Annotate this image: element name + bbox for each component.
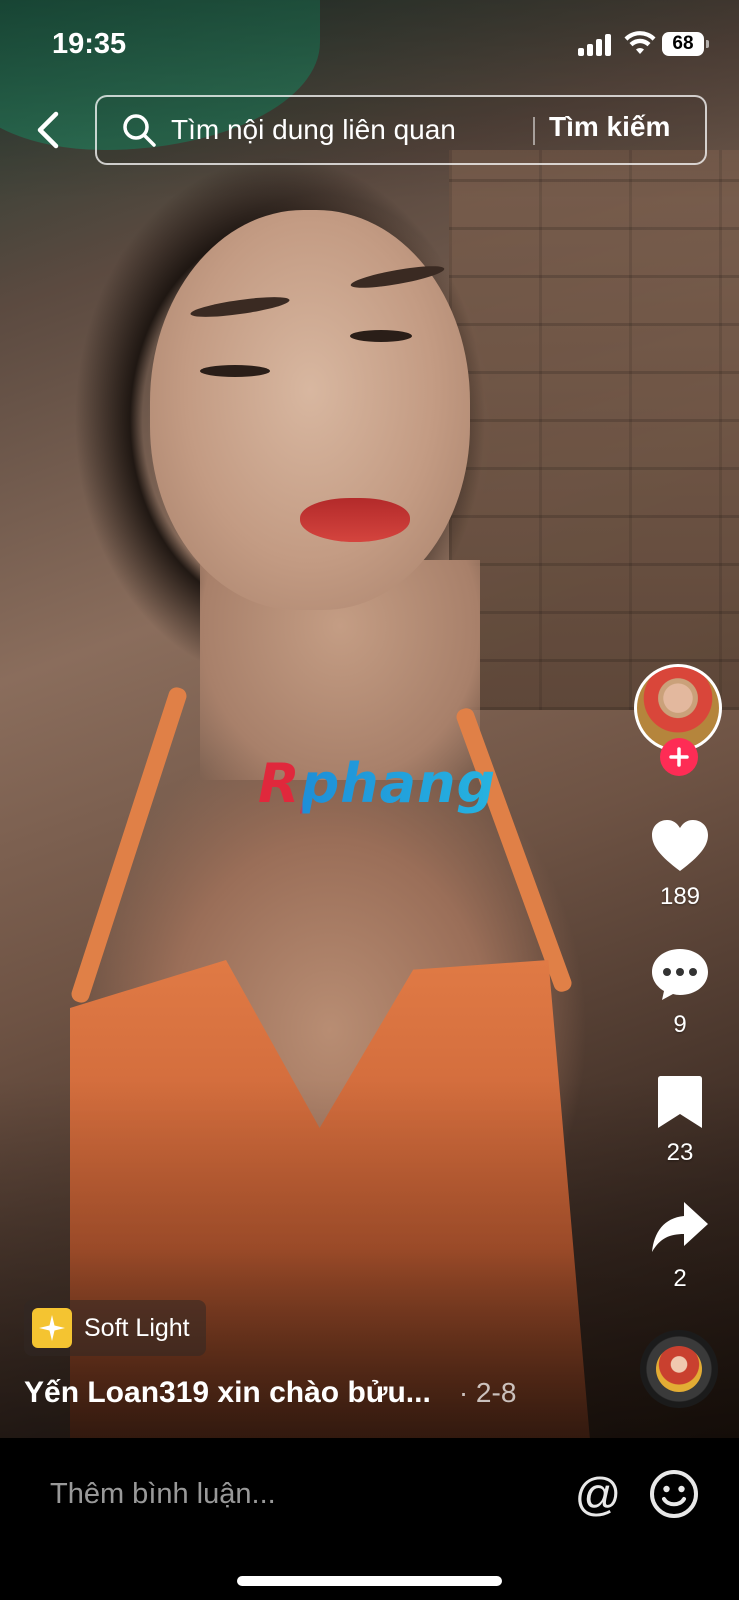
sparkle-icon [32,1308,72,1348]
search-button[interactable]: Tìm kiếm [549,111,670,143]
share-count: 2 [673,1265,687,1292]
mention-at-icon[interactable]: @ [572,1468,624,1520]
follow-plus-button[interactable] [660,738,698,776]
effect-badge[interactable]: Soft Light [24,1300,206,1356]
watermark-logo: Rphang [258,752,497,815]
emoji-icon[interactable] [648,1468,700,1520]
effect-label: Soft Light [84,1313,190,1342]
like-count: 189 [659,883,701,910]
status-time: 19:35 [52,28,127,60]
comment-bubble-icon [652,949,708,1000]
video-frame[interactable]: Rphang [0,0,739,1438]
music-disc-cover [656,1346,702,1392]
comment-bar: @ [0,1438,739,1600]
like-button[interactable]: 189 [640,818,720,911]
chevron-left-icon [37,111,59,149]
plus-icon [669,747,689,767]
search-bar[interactable]: Tìm kiếm [95,95,707,165]
save-button[interactable]: 23 [640,1074,720,1167]
creator-avatar-group[interactable] [634,664,724,776]
music-disc-button[interactable] [640,1330,718,1408]
video-shade [0,0,739,1438]
comment-count: 9 [673,1011,687,1038]
comment-input[interactable] [50,1474,510,1514]
caption-text: Yến Loan319 xin chào bửu... [24,1376,431,1409]
battery-icon: 68 [662,32,709,56]
home-indicator[interactable] [237,1576,502,1586]
share-button[interactable]: 2 [640,1200,720,1293]
search-input[interactable] [171,112,511,148]
share-arrow-icon [652,1202,708,1252]
video-caption[interactable]: Yến Loan319 xin chào bửu... · 2-8 [24,1376,624,1410]
search-divider [533,117,535,145]
cellular-signal-icon [578,34,614,56]
search-icon [123,114,156,147]
status-bar: 19:35 68 [0,0,739,90]
back-button[interactable] [28,106,68,154]
caption-date: · 2-8 [458,1377,517,1408]
comment-button[interactable]: 9 [640,946,720,1039]
heart-icon [652,820,708,871]
save-count: 23 [666,1139,694,1166]
bookmark-icon [658,1076,702,1128]
wifi-icon [624,31,656,54]
